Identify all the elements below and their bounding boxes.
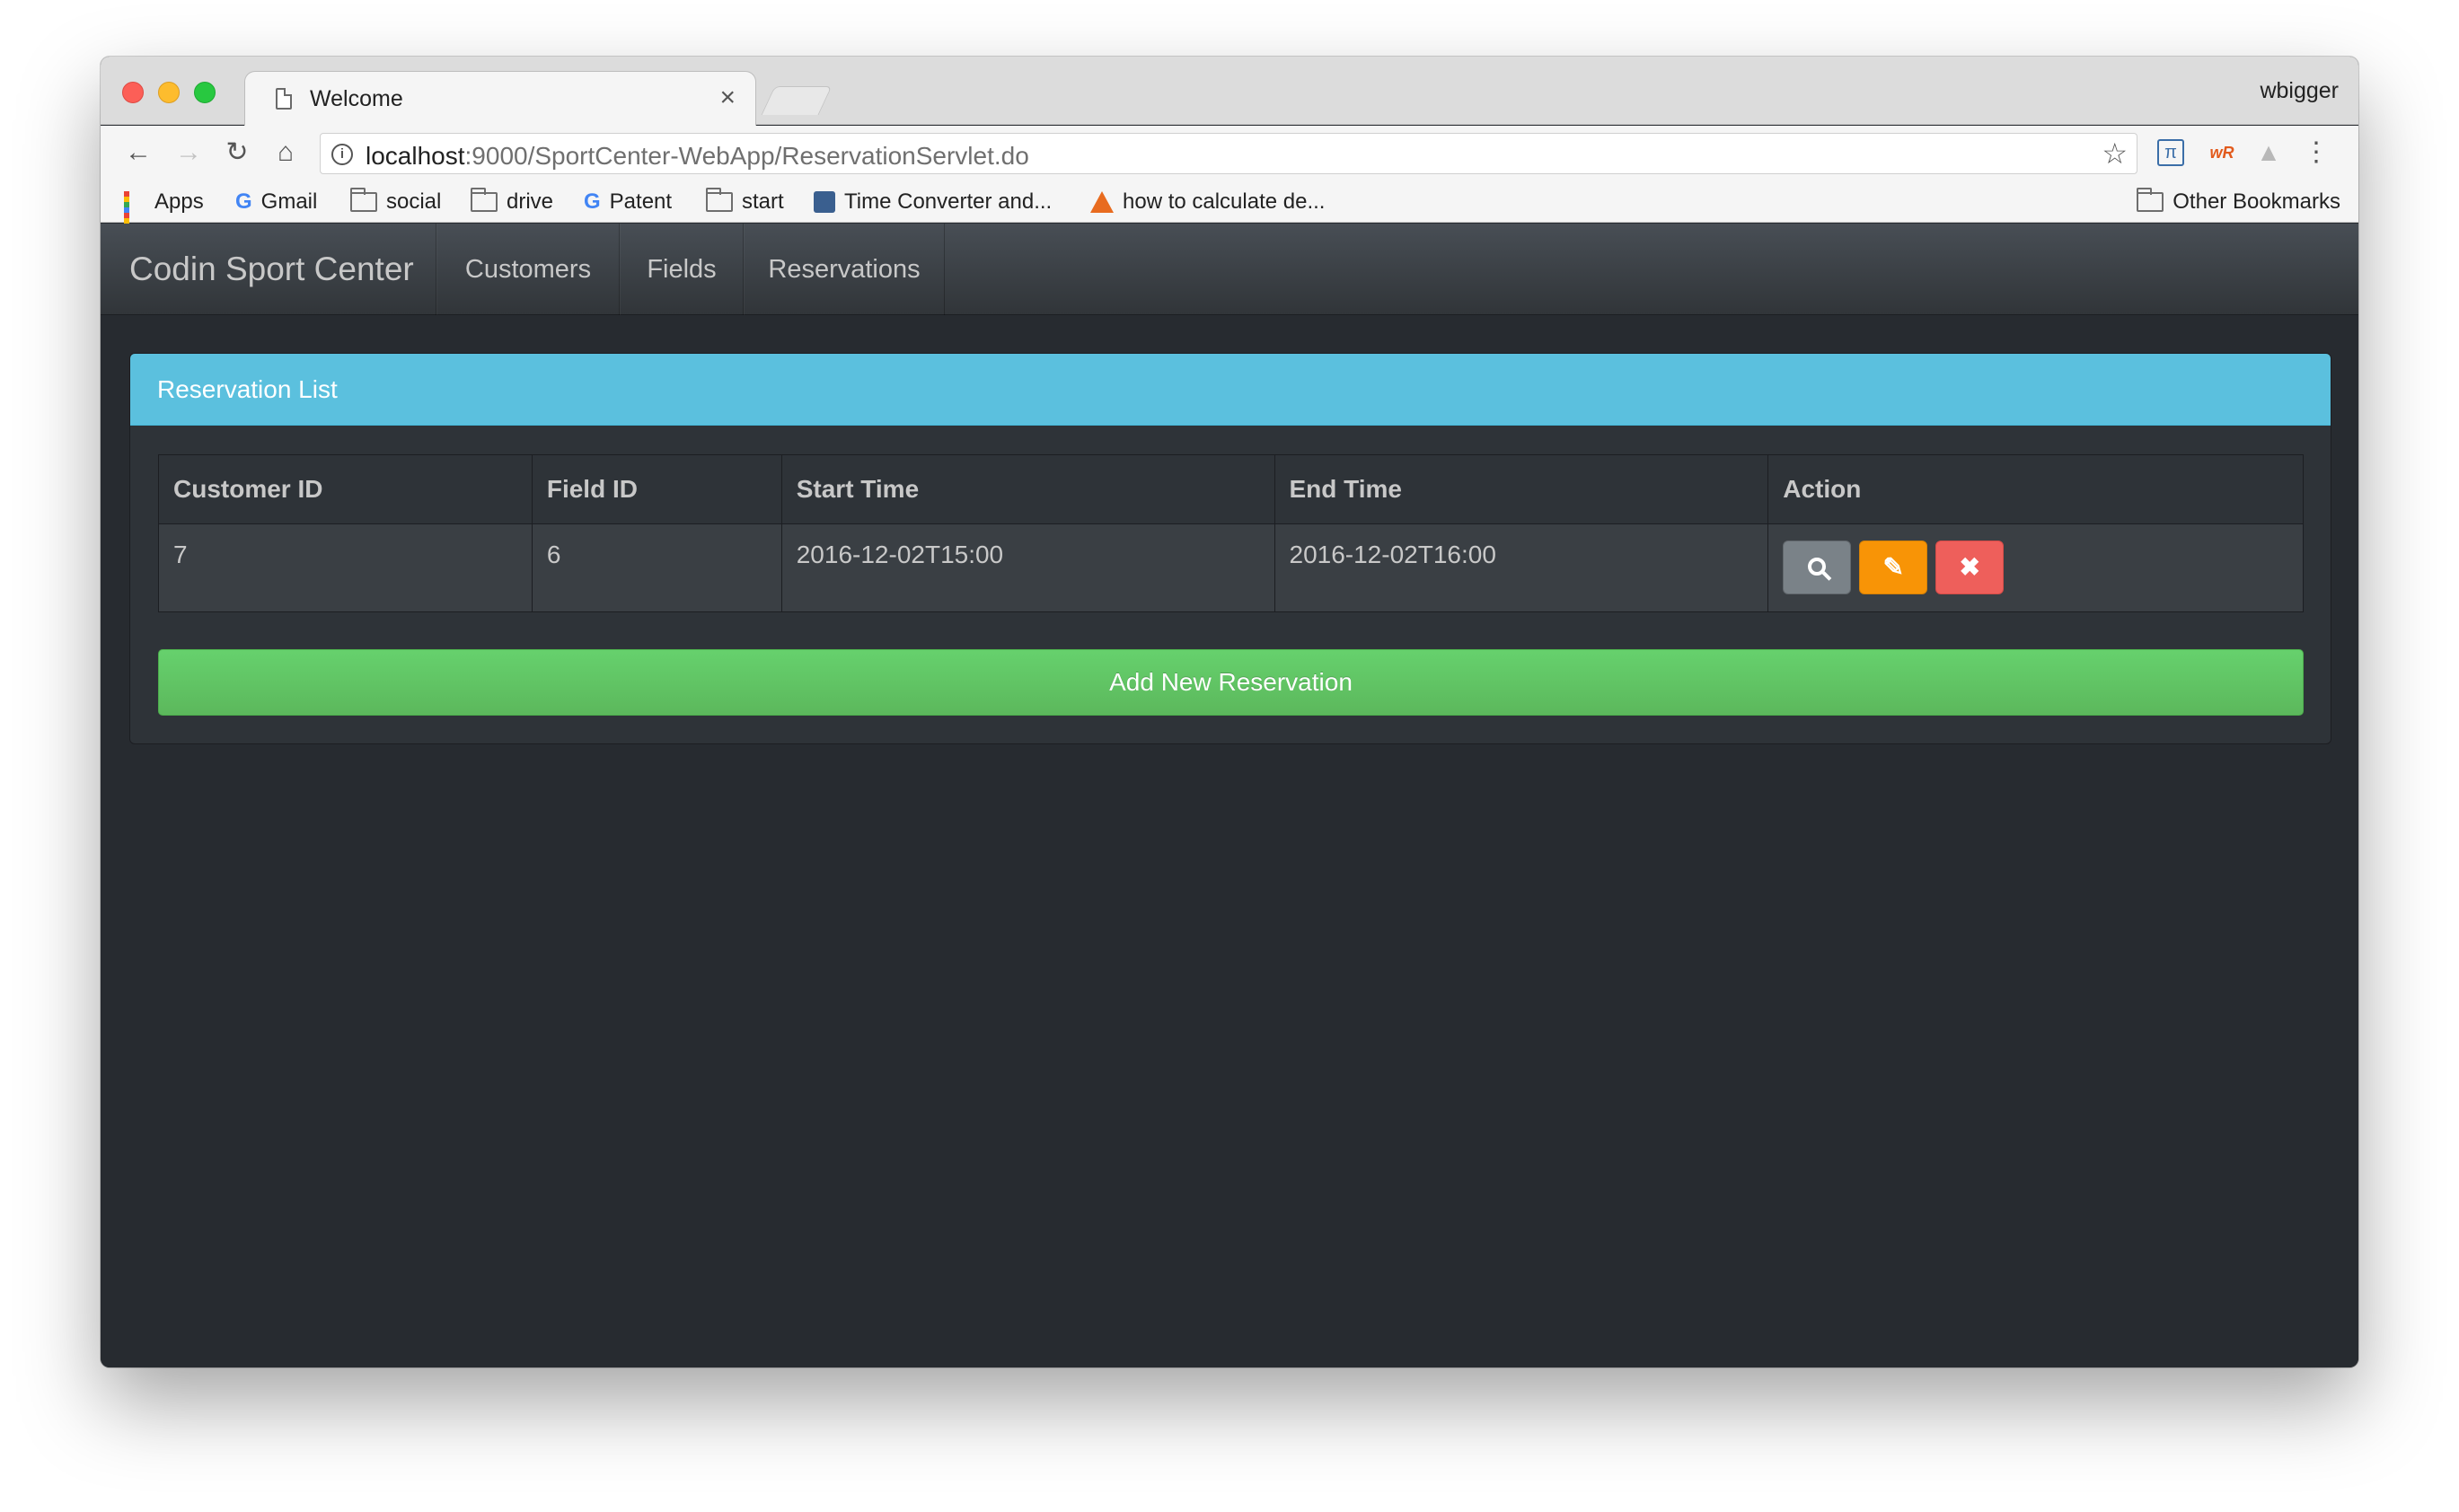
edit-button[interactable]: ✎ (1859, 541, 1928, 594)
bookmark-time-converter[interactable]: Time Converter and... (814, 189, 1052, 215)
reservation-panel: Reservation List Customer ID Field ID St… (129, 353, 2331, 744)
folder-icon (471, 188, 498, 212)
header-action: Action (1767, 454, 2304, 524)
header-start-time: Start Time (780, 454, 1275, 524)
bookmark-label: Gmail (260, 189, 318, 214)
nav-customers[interactable]: Customers (436, 224, 620, 315)
folder-icon (2137, 188, 2164, 212)
drive-extension-icon[interactable]: ▲ (2252, 136, 2285, 169)
cell-end-time: 2016-12-02T16:00 (1274, 523, 1769, 612)
bookmark-label: drive (507, 189, 554, 214)
google-icon: G (235, 189, 252, 214)
page-icon (276, 88, 292, 110)
url-text[interactable]: localhost:9000/SportCenter-WebApp/Reserv… (366, 142, 1029, 171)
bookmark-gmail[interactable]: G Gmail (235, 189, 317, 215)
address-bar[interactable]: i localhost:9000/SportCenter-WebApp/Rese… (320, 133, 2137, 174)
page-content: Codin Sport Center Customers Fields Rese… (101, 224, 2358, 1367)
search-icon (1784, 541, 1850, 593)
folder-icon (706, 188, 733, 212)
cell-customer-id: 7 (158, 523, 533, 612)
clock-icon (814, 191, 835, 213)
more-menu-icon[interactable]: ⋮ (2303, 135, 2330, 171)
url-path: :9000/SportCenter-WebApp/ReservationServ… (464, 142, 1029, 170)
reload-icon[interactable]: ↻ (219, 135, 255, 171)
cell-actions: ✎ ✖ (1767, 523, 2304, 612)
other-bookmarks-label: Other Bookmarks (2173, 189, 2340, 214)
table-header-row: Customer ID Field ID Start Time End Time… (158, 454, 2304, 524)
bookmark-label: Patent (609, 189, 673, 214)
google-icon: G (584, 189, 601, 214)
title-bar: Welcome × wbigger (101, 57, 2358, 127)
apps-grid-icon (124, 191, 145, 240)
bookmark-apps[interactable]: Apps (124, 189, 204, 240)
bookmark-label: start (742, 189, 784, 214)
app-navbar: Codin Sport Center Customers Fields Rese… (101, 224, 2358, 315)
bookmark-label: social (386, 189, 442, 214)
maximize-window-button[interactable] (194, 82, 216, 103)
bookmark-star-icon[interactable]: ☆ (2102, 136, 2128, 171)
bookmark-label: Time Converter and... (844, 189, 1053, 214)
folder-icon (350, 188, 377, 212)
cell-field-id: 6 (531, 523, 782, 612)
tab-close-icon[interactable]: × (719, 83, 736, 113)
bookmark-how-to-calculate[interactable]: how to calculate de... (1090, 189, 1325, 215)
info-icon[interactable]: i (331, 144, 353, 165)
reservation-table: Customer ID Field ID Start Time End Time… (158, 454, 2304, 612)
profile-name[interactable]: wbigger (2260, 78, 2339, 104)
browser-toolbar: ← → ↻ ⌂ i localhost:9000/SportCenter-Web… (101, 126, 2358, 180)
bookmark-patent[interactable]: G Patent (584, 189, 672, 215)
pencil-icon: ✎ (1882, 553, 1904, 581)
matlab-icon (1090, 191, 1114, 213)
forward-arrow-icon[interactable]: → (171, 135, 207, 171)
home-icon[interactable]: ⌂ (268, 135, 304, 171)
bookmark-label: Apps (154, 189, 204, 214)
close-icon: ✖ (1959, 553, 1980, 581)
view-button[interactable] (1783, 541, 1852, 594)
back-arrow-icon[interactable]: ← (120, 135, 156, 171)
bookmark-drive[interactable]: drive (471, 188, 554, 215)
cell-start-time: 2016-12-02T15:00 (780, 523, 1275, 612)
browser-window: Welcome × wbigger ← → ↻ ⌂ i localhost:90… (101, 57, 2358, 1367)
add-new-reservation-button[interactable]: Add New Reservation (158, 649, 2304, 716)
wr-extension-icon[interactable]: wR (2206, 136, 2238, 169)
bookmark-start[interactable]: start (706, 188, 784, 215)
tab-title: Welcome (310, 86, 403, 111)
delete-button[interactable]: ✖ (1935, 541, 2005, 594)
header-field-id: Field ID (531, 454, 782, 524)
browser-tab[interactable]: Welcome × (244, 71, 756, 127)
brand-link[interactable]: Codin Sport Center (101, 224, 436, 315)
bookmark-social[interactable]: social (350, 188, 442, 215)
bookmark-label: how to calculate de... (1123, 189, 1326, 214)
nav-reservations[interactable]: Reservations (744, 224, 945, 315)
new-tab-button[interactable] (761, 86, 833, 115)
pi-extension-icon[interactable]: π (2157, 139, 2184, 166)
header-customer-id: Customer ID (158, 454, 533, 524)
header-end-time: End Time (1274, 454, 1769, 524)
other-bookmarks[interactable]: Other Bookmarks (2137, 188, 2340, 215)
nav-fields[interactable]: Fields (620, 224, 744, 315)
table-row: 7 6 2016-12-02T15:00 2016-12-02T16:00 ✎ … (158, 523, 2304, 612)
panel-title: Reservation List (130, 354, 2331, 426)
close-window-button[interactable] (122, 82, 144, 103)
minimize-window-button[interactable] (158, 82, 180, 103)
url-host: localhost (366, 142, 465, 170)
bookmarks-bar: Apps G Gmail social drive G Patent start… (101, 180, 2358, 240)
